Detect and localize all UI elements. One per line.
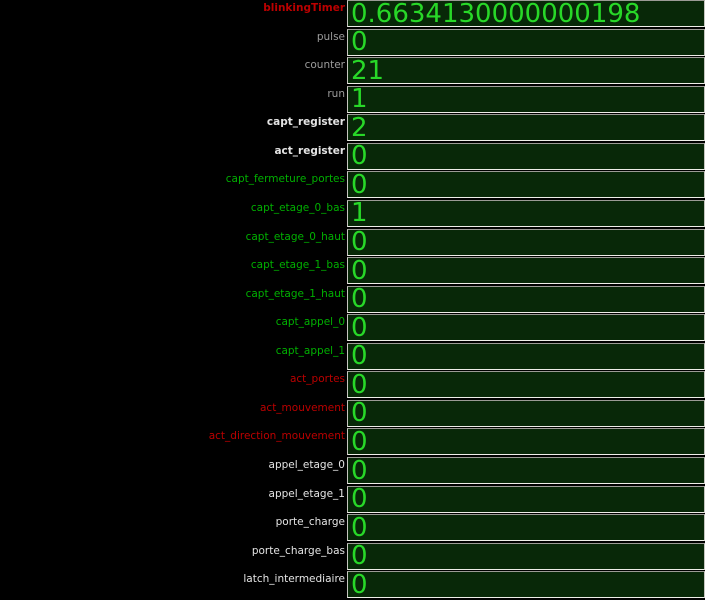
signal-label: porte_charge	[0, 514, 347, 528]
signal-label: appel_etage_0	[0, 457, 347, 471]
signal-watch-panel: blinkingTimer 0.6634130000000198 pulse 0…	[0, 0, 705, 600]
watch-row: pulse 0	[0, 29, 705, 58]
signal-value-display[interactable]: 0	[347, 428, 705, 455]
signal-value-display[interactable]: 0	[347, 514, 705, 541]
signal-value-display[interactable]: 0	[347, 29, 705, 56]
signal-value-display[interactable]: 1	[347, 200, 705, 227]
signal-label: capt_register	[0, 114, 347, 128]
watch-row: act_register 0	[0, 143, 705, 172]
watch-row: capt_etage_0_bas 1	[0, 200, 705, 229]
signal-value-display[interactable]: 0	[347, 371, 705, 398]
signal-value-display[interactable]: 0	[347, 314, 705, 341]
signal-label: pulse	[0, 29, 347, 43]
watch-row: act_mouvement 0	[0, 400, 705, 429]
signal-label: capt_appel_0	[0, 314, 347, 328]
signal-label: capt_etage_0_bas	[0, 200, 347, 214]
signal-value-display[interactable]: 0	[347, 286, 705, 313]
signal-label: act_register	[0, 143, 347, 157]
signal-label: porte_charge_bas	[0, 543, 347, 557]
signal-value-display[interactable]: 0	[347, 171, 705, 198]
watch-row: act_direction_mouvement 0	[0, 428, 705, 457]
signal-value-display[interactable]: 21	[347, 57, 705, 84]
watch-row: capt_appel_0 0	[0, 314, 705, 343]
signal-value-display[interactable]: 0	[347, 257, 705, 284]
signal-label: blinkingTimer	[0, 0, 347, 14]
signal-value-display[interactable]: 0	[347, 543, 705, 570]
signal-label: capt_fermeture_portes	[0, 171, 347, 185]
signal-label: counter	[0, 57, 347, 71]
watch-row: counter 21	[0, 57, 705, 86]
signal-label: act_portes	[0, 371, 347, 385]
signal-label: act_mouvement	[0, 400, 347, 414]
signal-label: act_direction_mouvement	[0, 428, 347, 442]
signal-value-display[interactable]: 0	[347, 400, 705, 427]
signal-label: run	[0, 86, 347, 100]
watch-row: blinkingTimer 0.6634130000000198	[0, 0, 705, 29]
signal-value-display[interactable]: 0.6634130000000198	[347, 0, 705, 27]
watch-row: capt_etage_0_haut 0	[0, 229, 705, 258]
watch-row: run 1	[0, 86, 705, 115]
watch-row: appel_etage_1 0	[0, 486, 705, 515]
watch-row: appel_etage_0 0	[0, 457, 705, 486]
watch-row: porte_charge 0	[0, 514, 705, 543]
signal-label: capt_appel_1	[0, 343, 347, 357]
signal-label: capt_etage_1_bas	[0, 257, 347, 271]
watch-row: act_portes 0	[0, 371, 705, 400]
signal-value-display[interactable]: 0	[347, 571, 705, 598]
signal-value-display[interactable]: 2	[347, 114, 705, 141]
signal-value-display[interactable]: 0	[347, 343, 705, 370]
watch-row: capt_fermeture_portes 0	[0, 171, 705, 200]
signal-value-display[interactable]: 0	[347, 143, 705, 170]
signal-value-display[interactable]: 1	[347, 86, 705, 113]
watch-row: capt_etage_1_haut 0	[0, 286, 705, 315]
watch-row: capt_appel_1 0	[0, 343, 705, 372]
signal-label: latch_intermediaire	[0, 571, 347, 585]
signal-value-display[interactable]: 0	[347, 457, 705, 484]
signal-value-display[interactable]: 0	[347, 486, 705, 513]
watch-row: capt_register 2	[0, 114, 705, 143]
signal-label: capt_etage_0_haut	[0, 229, 347, 243]
signal-value-display[interactable]: 0	[347, 229, 705, 256]
watch-row: latch_intermediaire 0	[0, 571, 705, 600]
watch-row: capt_etage_1_bas 0	[0, 257, 705, 286]
watch-row: porte_charge_bas 0	[0, 543, 705, 572]
signal-label: appel_etage_1	[0, 486, 347, 500]
signal-label: capt_etage_1_haut	[0, 286, 347, 300]
